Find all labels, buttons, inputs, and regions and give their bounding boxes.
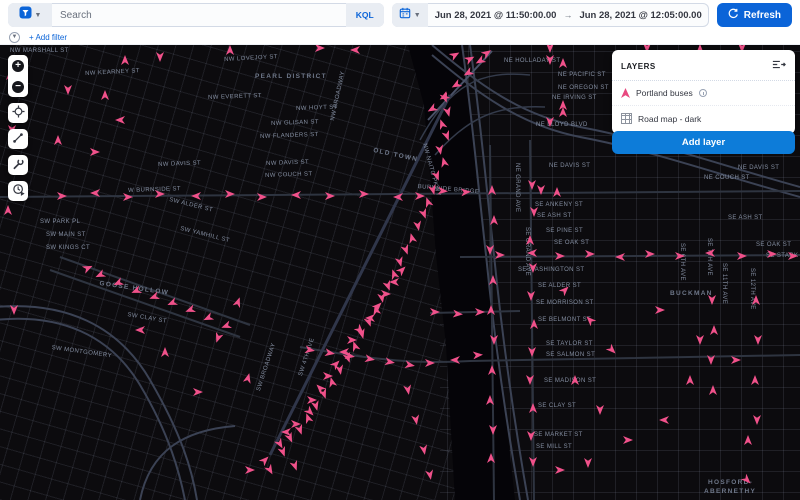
chevron-down-icon: ▼: [35, 12, 42, 19]
refresh-button[interactable]: Refresh: [717, 3, 792, 27]
street-label: SE ASH ST: [728, 215, 763, 221]
street-label: SE OAK ST: [756, 242, 791, 248]
filter-menu-icon[interactable]: ▼: [9, 32, 20, 43]
date-end[interactable]: Jun 28, 2021 @ 12:05:00.00: [572, 10, 708, 21]
chevron-down-icon: ▼: [414, 12, 421, 19]
map-canvas[interactable]: NW MARSHALL STNW KEARNEY STNW LOVEJOY ST…: [0, 45, 800, 500]
street-label: SW MAIN ST: [46, 232, 86, 238]
street-label: SE 7TH AVE: [706, 238, 712, 276]
zoom-in-button[interactable]: +: [8, 55, 28, 76]
street-label: SE ANKENY ST: [535, 202, 583, 208]
street-label: NE IRVING ST: [552, 95, 597, 101]
layer-row-portland-buses[interactable]: Portland buses: [612, 81, 795, 106]
street-label: SE MADISON ST: [544, 378, 596, 384]
area-label: PEARL DISTRICT: [255, 73, 327, 80]
calendar-icon: [399, 6, 411, 24]
layers-panel-title: LAYERS: [621, 62, 656, 71]
area-label: BUCKMAN: [670, 290, 713, 297]
timeslider-button[interactable]: [8, 181, 28, 201]
wrench-icon: [12, 158, 24, 173]
refresh-label: Refresh: [744, 10, 781, 21]
plus-icon: +: [12, 60, 24, 72]
search-input[interactable]: [52, 10, 346, 21]
zoom-out-button[interactable]: −: [8, 76, 28, 97]
top-bar: ▼ KQL ▼ Jun 28, 2021 @ 11:50:00.00 → Jun…: [0, 0, 800, 30]
street-label: NE DAVIS ST: [738, 165, 779, 171]
street-label: SE TAYLOR ST: [546, 341, 593, 347]
street-label: SW PARK PL: [40, 219, 80, 225]
filter-bar: ▼ + Add filter: [0, 30, 800, 45]
clock-play-icon: [12, 183, 25, 199]
street-label: SW KINGS CT: [46, 245, 90, 251]
date-range-arrow-icon: →: [563, 10, 572, 20]
map-toolbar: + −: [8, 55, 28, 201]
date-picker[interactable]: ▼ Jun 28, 2021 @ 11:50:00.00 → Jun 28, 2…: [392, 3, 709, 27]
street-label: SE OAK ST: [554, 240, 589, 246]
saved-query-icon: [19, 6, 32, 24]
measure-tool-button[interactable]: [8, 129, 28, 149]
street-label: NE GRAND AVE: [514, 163, 520, 212]
street-label: SE MARKET ST: [534, 432, 583, 438]
search-bar[interactable]: ▼ KQL: [8, 3, 384, 27]
street-label: SE CLAY ST: [538, 403, 576, 409]
layer-status-icon: [699, 89, 707, 97]
street-label: SE 6TH AVE: [679, 243, 685, 281]
street-label: NE LLOYD BLVD: [536, 122, 588, 128]
draw-tools-button[interactable]: [8, 155, 28, 175]
set-view-button[interactable]: [8, 103, 28, 123]
street-label: SE MORRISON ST: [536, 300, 594, 306]
street-label: NE COUCH ST: [704, 175, 750, 181]
grid-icon: [621, 113, 632, 124]
street-label: SE SALMON ST: [546, 352, 595, 358]
street-label: NW MARSHALL ST: [10, 48, 69, 54]
target-icon: [12, 105, 25, 121]
layers-panel: LAYERS Portland buses Road map - dark: [612, 50, 795, 134]
street-label: NE OREGON ST: [558, 85, 609, 91]
street-label: SE GRAND AVE: [524, 227, 530, 276]
street-label: SE PINE ST: [546, 228, 583, 234]
street-label: SE MILL ST: [536, 444, 572, 450]
add-layer-button[interactable]: Add layer: [612, 131, 795, 154]
calendar-menu-button[interactable]: ▼: [392, 3, 428, 27]
kql-badge[interactable]: KQL: [346, 3, 384, 27]
street-label: NE DAVIS ST: [549, 163, 590, 169]
street-label: SE BELMONT ST: [538, 317, 591, 323]
collapse-legend-icon[interactable]: [772, 57, 786, 75]
layer-name: Road map - dark: [638, 114, 701, 124]
ruler-icon: [12, 132, 24, 147]
minus-icon: −: [12, 81, 24, 93]
street-label: NE PACIFIC ST: [558, 72, 606, 78]
street-label: SE ASH ST: [537, 213, 572, 219]
layer-name: Portland buses: [636, 88, 693, 98]
street-label: SE 11TH AVE: [721, 263, 727, 304]
bus-arrow-icon: [621, 88, 630, 98]
area-label: ABERNETHY: [704, 488, 756, 495]
add-filter-button[interactable]: + Add filter: [29, 33, 67, 42]
date-start[interactable]: Jun 28, 2021 @ 11:50:00.00: [428, 10, 564, 21]
saved-query-menu-button[interactable]: ▼: [8, 3, 52, 27]
refresh-icon: [728, 8, 739, 22]
layer-row-road-map-dark[interactable]: Road map - dark: [612, 106, 795, 131]
street-label: SE ALDER ST: [538, 283, 581, 289]
